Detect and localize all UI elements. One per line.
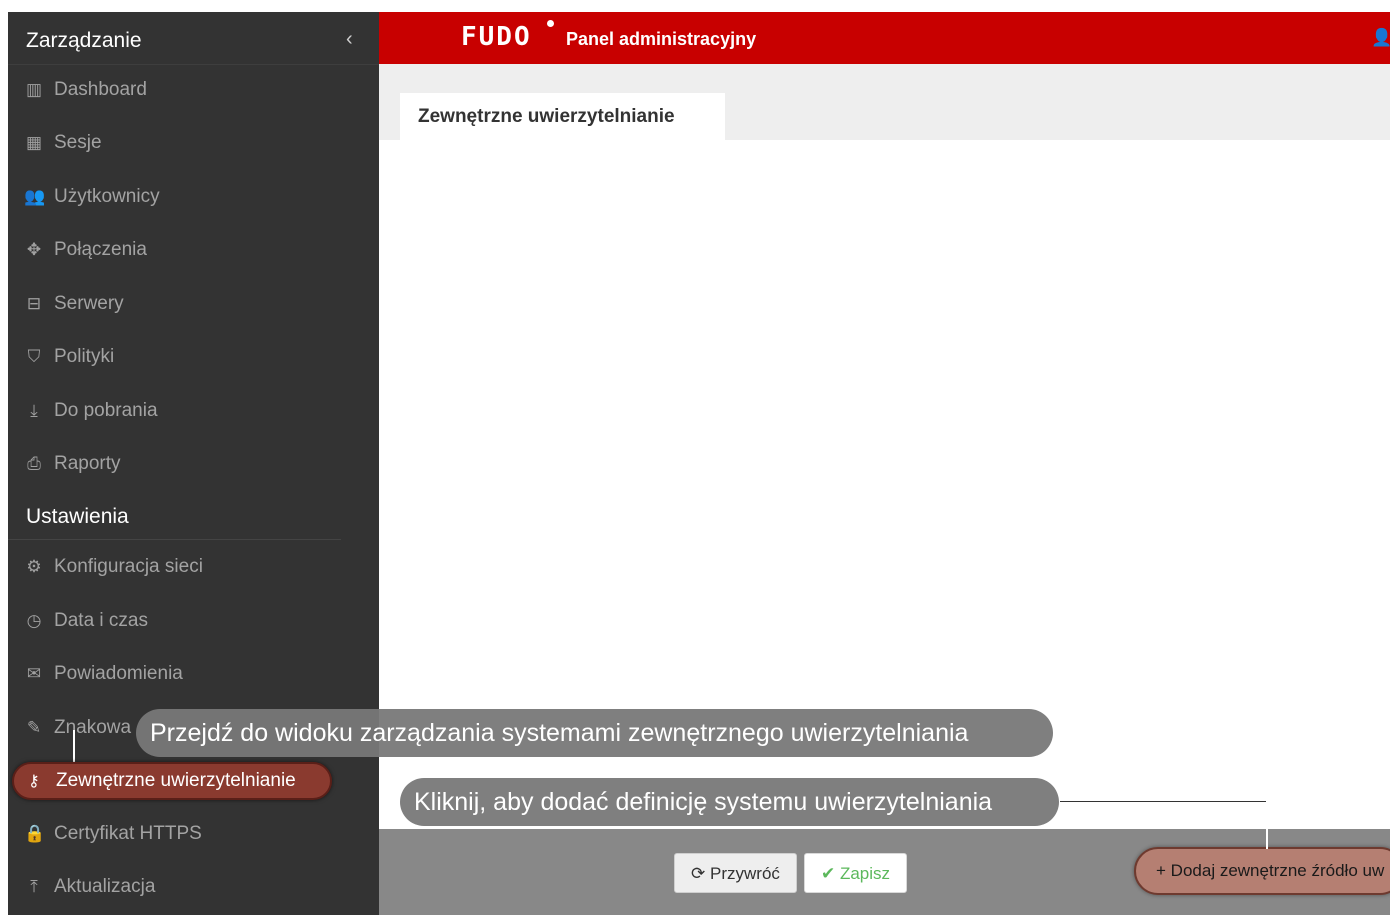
- collapse-sidebar-icon[interactable]: ‹: [346, 28, 353, 51]
- tab-zewnetrzne-uwierzytelnianie[interactable]: Zewnętrzne uwierzytelnianie: [400, 93, 725, 141]
- restore-label: Przywróć: [710, 864, 780, 883]
- edit-icon: ✎: [26, 718, 42, 737]
- key-icon: ⚷: [28, 773, 40, 790]
- plus-icon: +: [1156, 861, 1166, 880]
- sidebar-item-powiadomienia[interactable]: ✉ Powiadomienia: [24, 654, 183, 694]
- sidebar-header: Zarządzanie ‹: [8, 12, 379, 65]
- top-bar: FUDO Panel administracyjny 👤: [379, 12, 1390, 64]
- film-icon: ▦: [25, 133, 43, 152]
- refresh-icon: ⟳: [691, 864, 706, 883]
- sidebar-item-certyfikat-https[interactable]: 🔒 Certyfikat HTTPS: [24, 814, 202, 854]
- sidebar-item-polityki[interactable]: ⛉ Polityki: [24, 337, 115, 377]
- sidebar-item-znakowanie[interactable]: ✎ Znakowa: [24, 708, 131, 748]
- sidebar-item-label: Połączenia: [54, 239, 147, 260]
- sidebar-item-label: Zewnętrzne uwierzytelnianie: [56, 770, 296, 791]
- sidebar-item-data-i-czas[interactable]: ◷ Data i czas: [24, 601, 148, 641]
- sidebar-item-label: Polityki: [54, 346, 115, 367]
- save-label: Zapisz: [839, 864, 891, 883]
- sidebar-item-zewnetrzne-uwierzytelnianie[interactable]: ⚷ Zewnętrzne uwierzytelnianie: [12, 762, 332, 800]
- users-icon: 👥: [24, 187, 46, 206]
- sidebar-item-aktualizacja[interactable]: ⤒ Aktualizacja: [24, 867, 155, 907]
- callout-connector: [1060, 801, 1268, 802]
- app-window: Zarządzanie ‹ ▥ Dashboard ▦ Sesje 👥 Użytkow…: [8, 12, 1390, 915]
- add-external-source-button[interactable]: + Dodaj zewnętrzne źródło uw: [1134, 847, 1390, 895]
- user-icon[interactable]: 👤: [1371, 28, 1390, 48]
- sidebar-item-dashboard[interactable]: ▥ Dashboard: [24, 70, 147, 110]
- tab-label: Zewnętrzne uwierzytelnianie: [418, 106, 675, 127]
- print-icon: ⎙: [27, 454, 41, 473]
- sidebar-item-konfiguracja-sieci[interactable]: ⚙ Konfiguracja sieci: [24, 547, 203, 587]
- sidebar-item-label: Do pobrania: [54, 400, 158, 421]
- sidebar-item-label: Konfiguracja sieci: [54, 556, 203, 577]
- sidebar-item-uzytkownicy[interactable]: 👥 Użytkownicy: [24, 177, 160, 217]
- save-button[interactable]: ✔ Zapisz: [804, 853, 907, 893]
- envelope-icon: ✉: [26, 664, 42, 683]
- download-icon: ⤓: [30, 401, 38, 420]
- sidebar-item-polaczenia[interactable]: ✥ Połączenia: [24, 230, 147, 270]
- action-bar: ⟳ Przywróć ✔ Zapisz + Dodaj zewnętrzne ź…: [379, 829, 1390, 915]
- sidebar-item-label: Data i czas: [54, 610, 148, 631]
- sidebar-item-label: Znakowa: [54, 717, 132, 738]
- sidebar-item-label: Powiadomienia: [54, 663, 183, 684]
- callout-connector: [73, 730, 75, 764]
- logo-dot: [547, 20, 554, 27]
- callout-connector: [1266, 801, 1268, 849]
- sidebar-item-label: Certyfikat HTTPS: [54, 823, 202, 844]
- sidebar-item-sesje[interactable]: ▦ Sesje: [24, 123, 102, 163]
- sidebar-item-do-pobrania[interactable]: ⤓ Do pobrania: [24, 391, 158, 431]
- sidebar-item-serwery[interactable]: ⊟ Serwery: [24, 284, 124, 324]
- sidebar-item-label: Użytkownicy: [54, 186, 160, 207]
- fudo-logo: FUDO: [461, 22, 532, 52]
- sidebar-item-raporty[interactable]: ⎙ Raporty: [24, 444, 121, 484]
- server-icon: ⊟: [26, 294, 42, 313]
- clock-icon: ◷: [26, 611, 42, 630]
- sidebar: Zarządzanie ‹ ▥ Dashboard ▦ Sesje 👥 Użytkow…: [8, 12, 379, 915]
- shield-icon: ⛉: [27, 347, 41, 366]
- bar-chart-icon: ▥: [25, 80, 43, 99]
- sidebar-item-label: Raporty: [54, 453, 121, 474]
- restore-button[interactable]: ⟳ Przywróć: [674, 853, 797, 893]
- cogs-icon: ⚙: [26, 557, 42, 576]
- sidebar-title: Zarządzanie: [26, 29, 142, 52]
- upload-icon: ⤒: [30, 877, 38, 896]
- sidebar-item-label: Sesje: [54, 132, 102, 153]
- lock-icon: 🔒: [24, 824, 46, 843]
- callout-navigate: Przejdź do widoku zarządzania systemami …: [136, 709, 1053, 757]
- check-icon: ✔: [820, 864, 836, 883]
- sidebar-item-label: Dashboard: [54, 79, 147, 100]
- sidebar-item-label: Aktualizacja: [54, 876, 156, 897]
- sidebar-item-label: Serwery: [54, 293, 124, 314]
- app-title: Panel administracyjny: [566, 29, 757, 49]
- move-arrows-icon: ✥: [26, 240, 42, 259]
- tabs-strip: Zewnętrzne uwierzytelnianie: [379, 64, 1390, 141]
- add-label: Dodaj zewnętrzne źródło uw: [1170, 861, 1385, 880]
- settings-section-title: Ustawienia: [26, 505, 129, 528]
- section-divider: [8, 539, 341, 540]
- callout-add-definition: Kliknij, aby dodać definicję systemu uwi…: [400, 778, 1059, 826]
